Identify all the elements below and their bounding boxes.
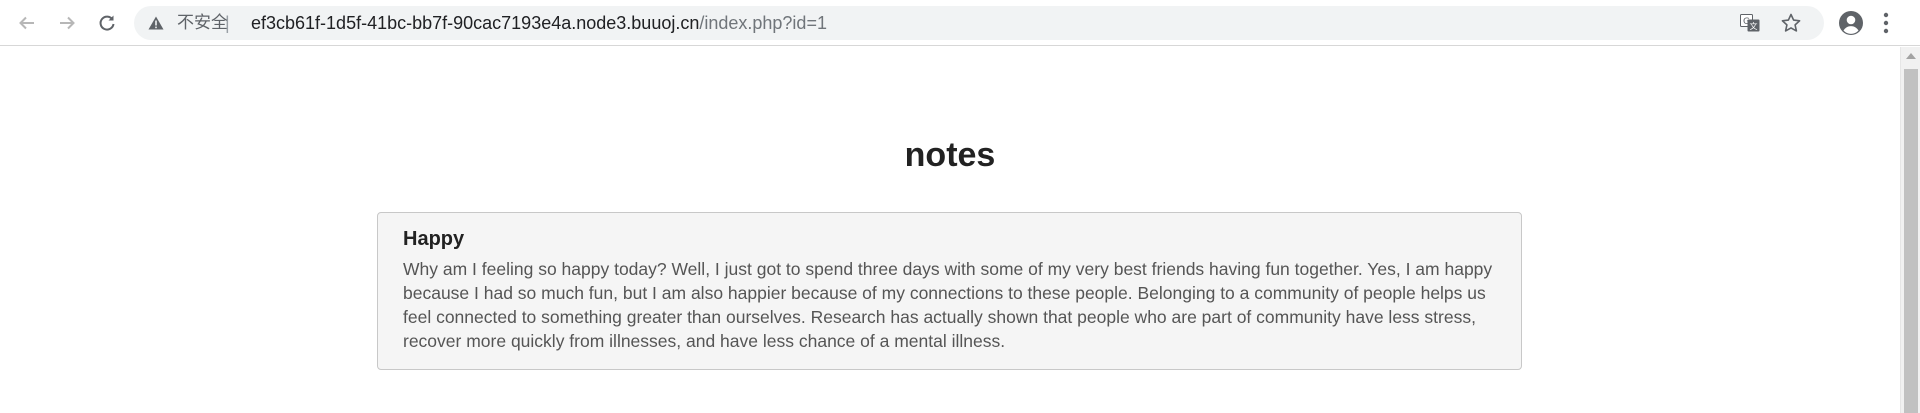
address-bar[interactable]: 不安全 | ef3cb61f-1d5f-41bc-bb7f-90cac7193e… (134, 6, 1824, 40)
forward-button[interactable] (52, 9, 82, 37)
star-icon[interactable] (1781, 13, 1801, 33)
scrollbar-thumb[interactable] (1904, 69, 1918, 413)
note-title: Happy (403, 228, 465, 250)
arrow-left-icon (19, 16, 34, 30)
page-viewport: notes Happy Why am I feeling so happy to… (0, 47, 1900, 413)
reload-button[interactable] (92, 9, 122, 37)
page-title: notes (904, 136, 996, 174)
svg-text:文: 文 (1750, 21, 1758, 31)
url-host: ef3cb61f-1d5f-41bc-bb7f-90cac7193e4a.nod… (251, 13, 700, 33)
url-text[interactable]: ef3cb61f-1d5f-41bc-bb7f-90cac7193e4a.nod… (251, 13, 827, 33)
arrow-right-icon (60, 16, 75, 30)
account-circle-icon[interactable] (1838, 10, 1864, 36)
reload-icon (99, 15, 115, 31)
translate-icon[interactable]: G 文 (1740, 14, 1760, 32)
note-card: Happy Why am I feeling so happy today? W… (377, 212, 1522, 370)
vertical-dots-icon[interactable] (1882, 12, 1890, 34)
browser-toolbar: 不安全 | ef3cb61f-1d5f-41bc-bb7f-90cac7193e… (0, 0, 1920, 46)
url-separator: | (225, 13, 230, 33)
note-body: Why am I feeling so happy today? Well, I… (403, 259, 1493, 351)
back-button[interactable] (12, 9, 42, 37)
url-path: /index.php?id=1 (699, 13, 827, 33)
warning-triangle-icon[interactable] (148, 16, 164, 30)
scroll-up-arrow-icon[interactable] (1906, 53, 1916, 59)
vertical-scrollbar[interactable] (1900, 47, 1920, 413)
security-status-label[interactable]: 不安全 (177, 13, 228, 33)
